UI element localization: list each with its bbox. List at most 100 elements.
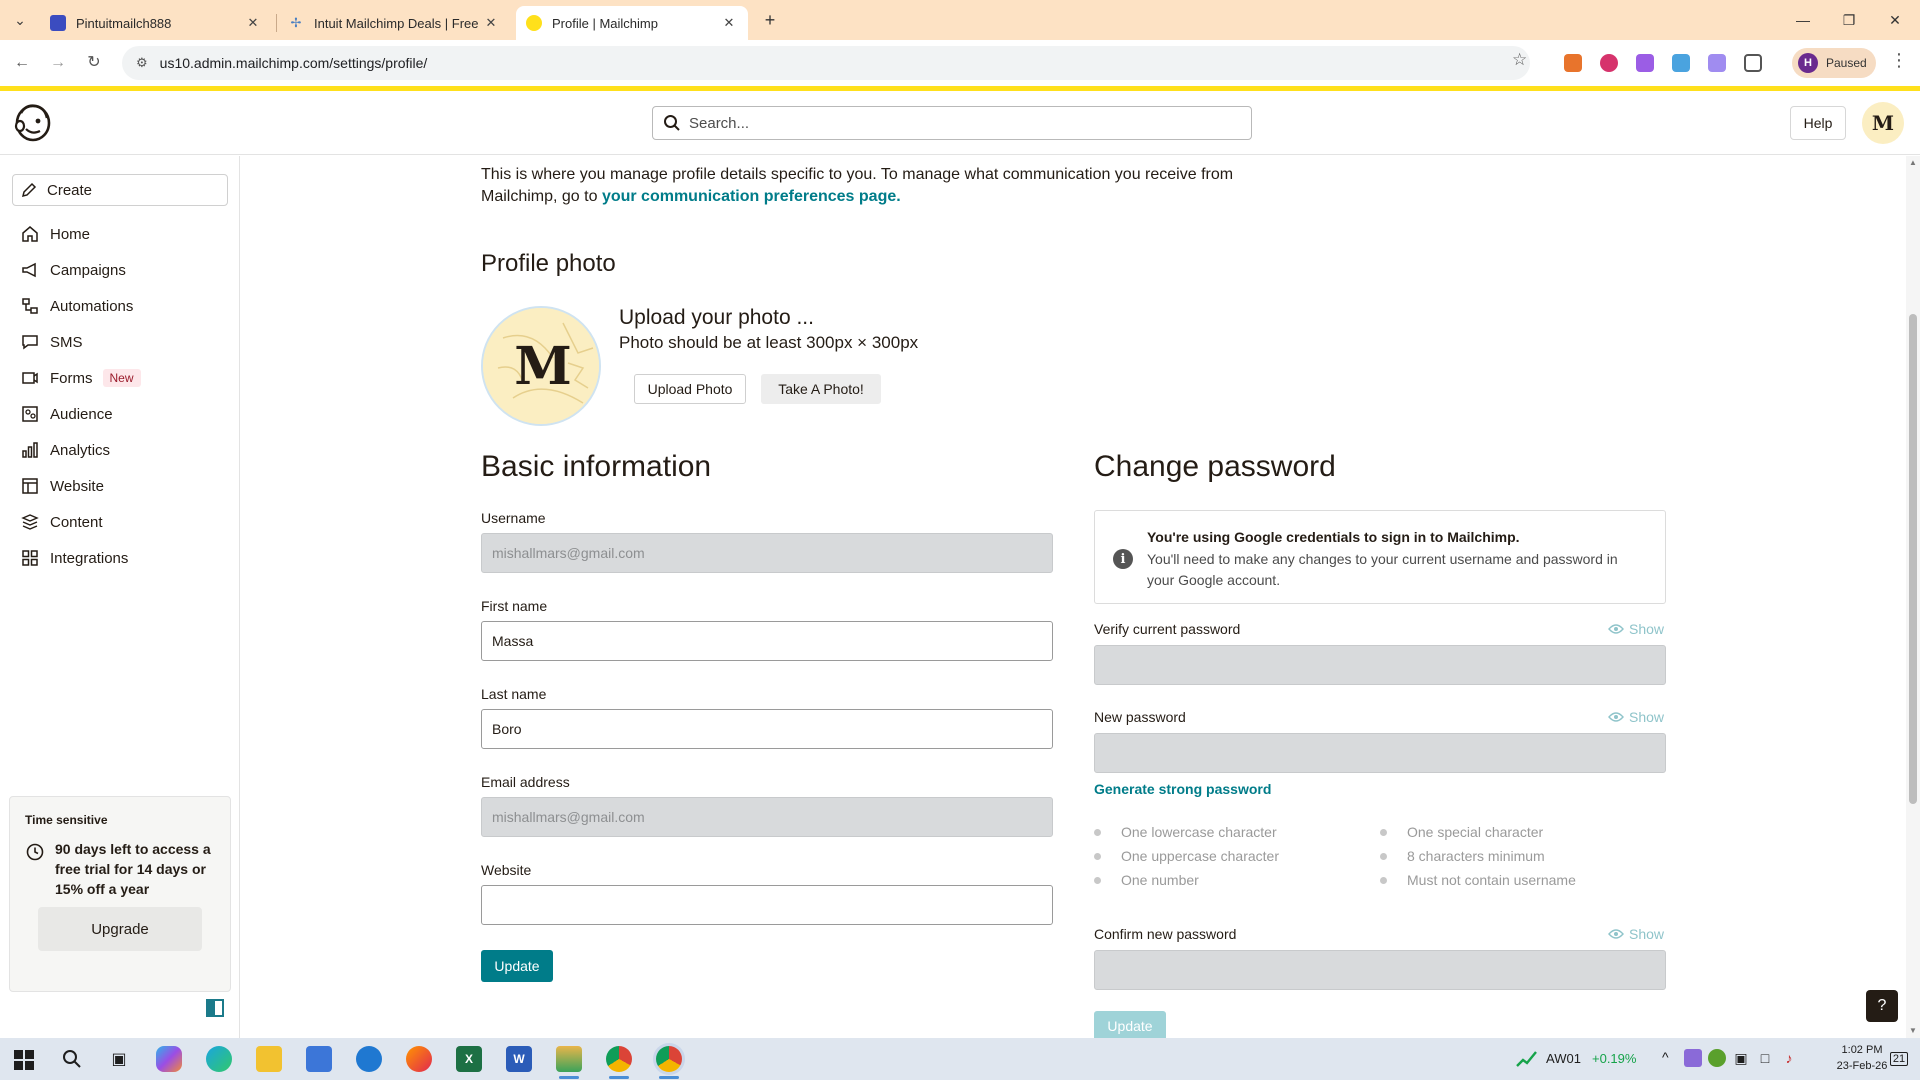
notifications-icon[interactable]: 21 — [1884, 1048, 1914, 1070]
microsoft-store-icon[interactable] — [306, 1046, 332, 1072]
search-icon — [664, 115, 680, 131]
minimize-button[interactable]: — — [1780, 0, 1826, 40]
eye-icon — [1608, 624, 1624, 634]
website-field[interactable] — [481, 885, 1053, 925]
upload-photo-button[interactable]: Upload Photo — [634, 374, 746, 404]
sidebar-item-sms[interactable]: SMS — [12, 324, 228, 360]
word-icon[interactable]: W — [506, 1046, 532, 1072]
mailchimp-logo-icon[interactable] — [12, 101, 52, 143]
sidebar-item-audience[interactable]: Audience — [12, 396, 228, 432]
sidebar-item-label: Home — [50, 225, 91, 243]
take-photo-button[interactable]: Take A Photo! — [761, 374, 881, 404]
stock-chart-icon[interactable] — [1516, 1050, 1538, 1068]
back-button[interactable]: ← — [10, 51, 34, 75]
chrome-profile-icon[interactable] — [656, 1046, 682, 1072]
show-confirm-password-toggle[interactable]: Show — [1608, 926, 1664, 942]
metamask-extension-icon[interactable] — [1564, 54, 1582, 72]
volume-muted-icon[interactable]: ♪ — [1780, 1049, 1798, 1067]
tab-search-icon[interactable]: ⌄ — [8, 8, 32, 32]
sidebar-item-analytics[interactable]: Analytics — [12, 432, 228, 468]
scroll-down-icon[interactable]: ▼ — [1909, 1026, 1917, 1035]
forward-button[interactable]: → — [46, 51, 70, 75]
scroll-up-icon[interactable]: ▲ — [1909, 158, 1917, 167]
tray-chevron-icon[interactable]: ^ — [1662, 1049, 1669, 1065]
browser-menu-icon[interactable]: ⋮ — [1890, 50, 1908, 71]
task-view-icon[interactable]: ▣ — [106, 1046, 132, 1072]
taskbar-search-icon[interactable] — [62, 1049, 82, 1069]
first-name-label: First name — [481, 598, 548, 614]
restore-button[interactable]: ❐ — [1826, 0, 1872, 40]
new-tab-button[interactable]: + — [758, 8, 782, 32]
show-verify-password-toggle[interactable]: Show — [1608, 621, 1664, 637]
copilot-icon[interactable] — [156, 1046, 182, 1072]
tab-title: Profile | Mailchimp — [552, 15, 658, 31]
clock-date: 23-Feb-26 — [1836, 1060, 1888, 1072]
url-field[interactable]: ⚙ us10.admin.mailchimp.com/settings/prof… — [122, 46, 1530, 80]
browser-profile-button[interactable]: H Paused — [1792, 48, 1876, 78]
page-scrollbar[interactable]: ▲ ▼ — [1906, 156, 1920, 1038]
sidebar-item-label: Integrations — [50, 549, 129, 567]
sidebar-nav: Home Campaigns Automations SMS Forms New… — [12, 216, 228, 576]
tab-profile-mailchimp[interactable]: Profile | Mailchimp ✕ — [516, 6, 748, 40]
bookmark-star-icon[interactable]: ☆ — [1512, 50, 1527, 70]
first-name-field[interactable]: Massa — [481, 621, 1053, 661]
puzzle-extensions-icon[interactable] — [1744, 54, 1762, 72]
generate-strong-password-link[interactable]: Generate strong password — [1094, 781, 1271, 797]
user-avatar[interactable]: M — [1862, 102, 1904, 144]
network-icon[interactable]: ▣ — [1732, 1049, 1750, 1067]
chrome-icon[interactable] — [606, 1046, 632, 1072]
show-new-password-toggle[interactable]: Show — [1608, 709, 1664, 725]
notification-count: 21 — [1889, 1052, 1909, 1066]
app-icon[interactable] — [556, 1046, 582, 1072]
windows-start-icon[interactable] — [14, 1050, 34, 1070]
flow-icon — [20, 296, 40, 316]
upload-photo-hint: Photo should be at least 300px × 300px — [619, 333, 919, 352]
close-window-button[interactable]: ✕ — [1872, 0, 1918, 40]
sidebar-item-integrations[interactable]: Integrations — [12, 540, 228, 576]
update-basic-button[interactable]: Update — [481, 950, 553, 982]
search-input[interactable]: Search... — [652, 106, 1252, 140]
extension-icon[interactable] — [1708, 54, 1726, 72]
file-explorer-icon[interactable] — [256, 1046, 282, 1072]
rule-text: 8 characters minimum — [1407, 848, 1545, 864]
reload-button[interactable]: ↻ — [82, 51, 106, 75]
sidebar-item-website[interactable]: Website — [12, 468, 228, 504]
outlook-icon[interactable] — [356, 1046, 382, 1072]
site-info-icon[interactable]: ⚙ — [136, 55, 148, 71]
active-app-indicator — [609, 1076, 629, 1079]
display-icon[interactable]: □ — [1756, 1049, 1774, 1067]
tab-close-icon[interactable]: ✕ — [482, 15, 500, 31]
sidebar-item-automations[interactable]: Automations — [12, 288, 228, 324]
sidebar-item-label: Audience — [50, 405, 113, 423]
sidebar-item-campaigns[interactable]: Campaigns — [12, 252, 228, 288]
tab-close-icon[interactable]: ✕ — [244, 15, 262, 31]
update-password-button: Update — [1094, 1011, 1166, 1038]
edge-browser-icon[interactable] — [206, 1046, 232, 1072]
sidebar-item-content[interactable]: Content — [12, 504, 228, 540]
camera-extension-icon[interactable] — [1672, 54, 1690, 72]
tab-pintuitmailch888[interactable]: Pintuitmailch888 ✕ — [40, 6, 272, 40]
excel-icon[interactable]: X — [456, 1046, 482, 1072]
pen-tray-icon[interactable] — [1684, 1049, 1702, 1067]
help-question-button[interactable]: ? — [1866, 990, 1898, 1022]
sidebar-item-home[interactable]: Home — [12, 216, 228, 252]
home-icon — [20, 224, 40, 244]
collapse-sidebar-icon[interactable] — [206, 999, 224, 1017]
tray-app-icon[interactable] — [1708, 1049, 1726, 1067]
ticker-name: AW01 — [1546, 1051, 1581, 1066]
system-clock[interactable]: 1:02 PM 23-Feb-26 — [1836, 1042, 1888, 1074]
create-button[interactable]: Create — [12, 174, 228, 206]
shield-extension-icon[interactable] — [1600, 54, 1618, 72]
sidebar-item-forms[interactable]: Forms New — [12, 360, 228, 396]
extension-icon[interactable] — [1636, 54, 1654, 72]
communication-preferences-link[interactable]: your communication preferences page. — [602, 188, 901, 205]
tab-intuit-mailchimp-deals[interactable]: ✢ Intuit Mailchimp Deals | Free Tri ✕ — [278, 6, 510, 40]
help-button[interactable]: Help — [1790, 106, 1846, 140]
firefox-icon[interactable] — [406, 1046, 432, 1072]
last-name-field[interactable]: Boro — [481, 709, 1053, 749]
tab-close-icon[interactable]: ✕ — [720, 15, 738, 31]
scrollbar-thumb[interactable] — [1909, 314, 1917, 804]
profile-avatar: H — [1798, 53, 1818, 73]
upload-photo-title: Upload your photo ... — [619, 306, 814, 329]
upgrade-button[interactable]: Upgrade — [38, 907, 202, 951]
